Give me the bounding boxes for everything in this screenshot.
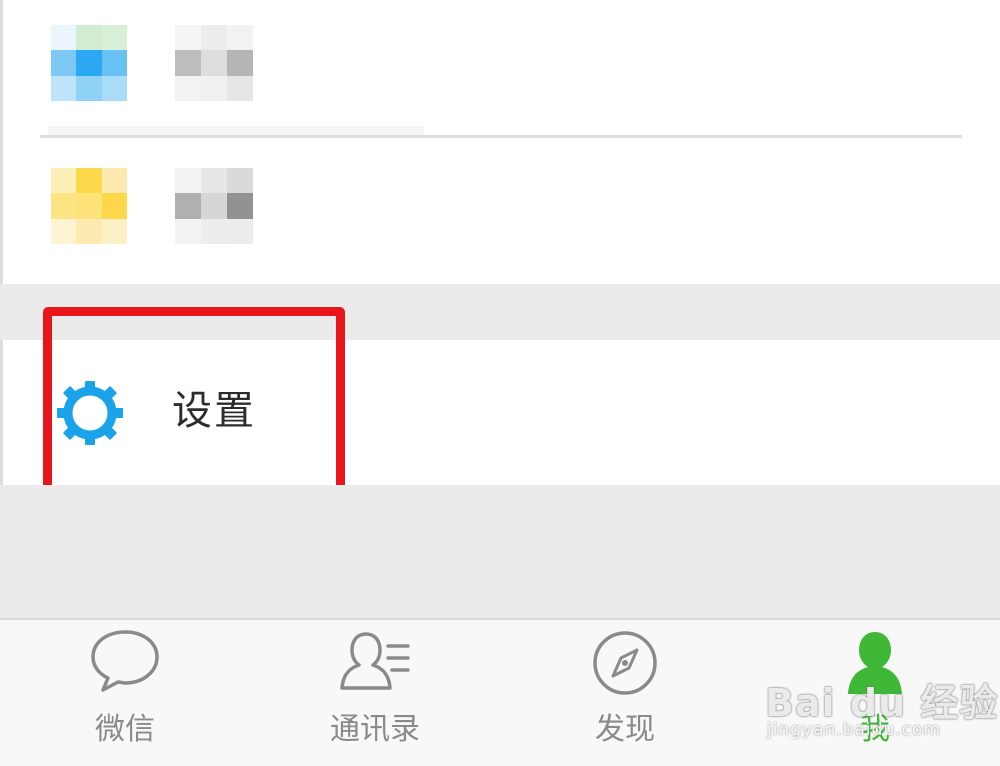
highlight-box — [43, 307, 345, 506]
menu-item-blurred-1[interactable] — [3, 0, 1000, 135]
watermark-url: jingyan.baidu.com — [767, 720, 941, 740]
blurred-label — [175, 168, 253, 244]
tab-label: 微信 — [95, 712, 155, 747]
tab-discover[interactable]: 发现 — [545, 618, 705, 766]
tab-chats[interactable]: 微信 — [45, 618, 205, 766]
tab-contacts[interactable]: 通讯录 — [295, 618, 455, 766]
menu-item-blurred-2[interactable] — [3, 138, 1000, 284]
baidu-jingyan-watermark: Bai du 经验 jingyan.baidu.com — [765, 672, 997, 752]
contacts-icon — [340, 632, 410, 690]
blurred-label — [175, 25, 253, 101]
tab-label: 发现 — [595, 712, 655, 747]
blurred-blue-icon — [51, 25, 127, 101]
blurred-yellow-icon — [51, 168, 127, 244]
watermark-brand: Bai du 经验 — [765, 681, 999, 725]
chat-bubble-icon — [91, 630, 159, 692]
compass-icon — [593, 631, 657, 695]
section-gap — [0, 485, 1000, 618]
tab-label: 通讯录 — [330, 712, 420, 747]
